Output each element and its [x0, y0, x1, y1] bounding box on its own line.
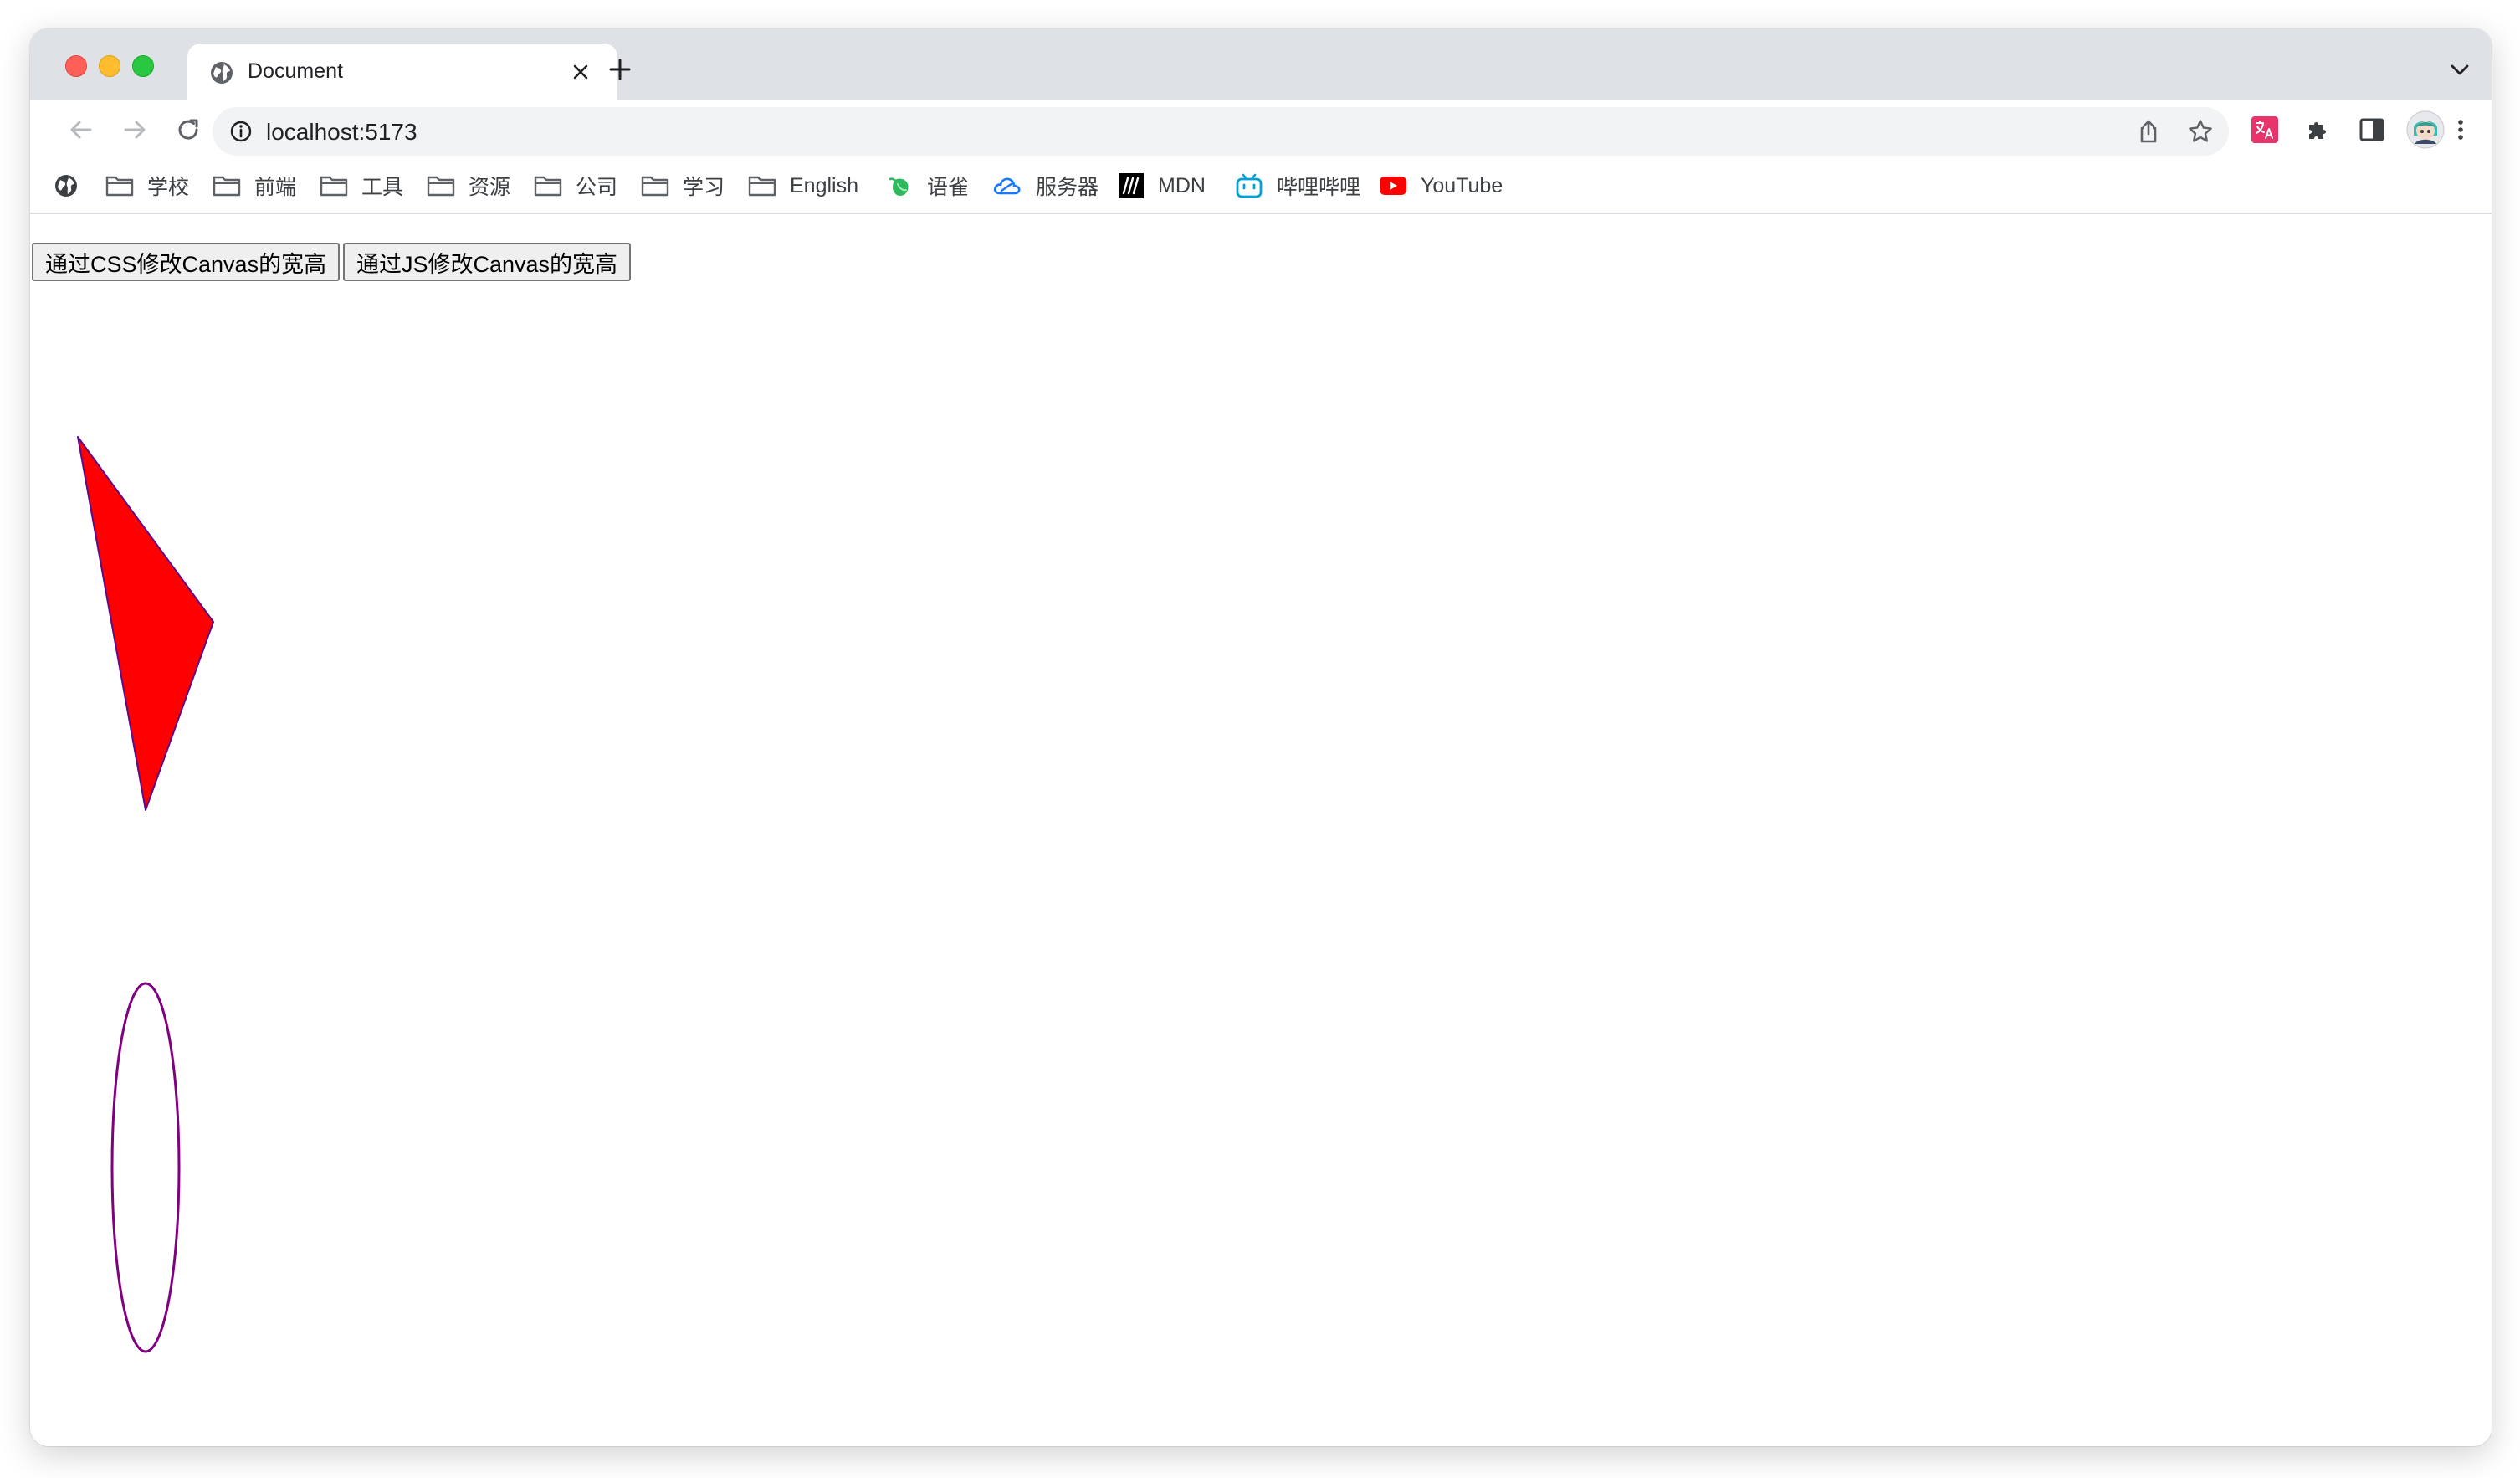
bookmark-folder-resources[interactable]: 资源 — [427, 169, 510, 203]
bookmark-star-icon[interactable] — [2187, 118, 2214, 145]
browser-window: Document localhost:5173 学校 前端 工具 资源 公司 学… — [30, 28, 2492, 1446]
url-text: localhost:5173 — [266, 119, 417, 145]
bookmark-folder-english[interactable]: English — [748, 169, 858, 203]
bookmark-label: 语雀 — [927, 176, 970, 199]
bookmark-server[interactable]: 服务器 — [992, 169, 1099, 203]
close-tab-icon[interactable] — [571, 62, 591, 82]
bookmarks-bar: 学校 前端 工具 资源 公司 学习 English 语雀 服务器 MDN 哔哩哔… — [30, 159, 2492, 214]
forward-icon[interactable] — [120, 115, 149, 144]
bookmark-label: 哔哩哔哩 — [1277, 176, 1361, 199]
bookmark-label: MDN — [1158, 173, 1206, 198]
bilibili-icon — [1236, 173, 1263, 198]
mdn-icon — [1119, 173, 1144, 198]
bookmark-mdn[interactable]: MDN — [1118, 169, 1206, 203]
maximize-window-button[interactable] — [132, 55, 154, 77]
folder-icon — [748, 176, 776, 197]
kebab-menu-icon[interactable] — [2446, 115, 2475, 144]
bookmark-label: 公司 — [576, 176, 618, 199]
tab-strip: Document — [30, 28, 2492, 100]
reload-icon[interactable] — [174, 115, 202, 144]
tab-document[interactable]: Document — [187, 44, 617, 100]
red-triangle — [77, 436, 214, 811]
js-resize-canvas-button[interactable]: 通过JS修改Canvas的宽高 — [343, 243, 632, 281]
bookmark-youtube[interactable]: YouTube — [1379, 169, 1503, 203]
drawing-canvas[interactable] — [30, 214, 365, 1436]
minimize-window-button[interactable] — [99, 55, 120, 77]
bookmark-label: English — [790, 173, 858, 198]
bookmark-label: 学校 — [147, 176, 190, 199]
page-content: 通过CSS修改Canvas的宽高 通过JS修改Canvas的宽高 — [30, 214, 2492, 1446]
purple-ellipse — [110, 982, 181, 1353]
bookmark-label: 资源 — [469, 176, 511, 199]
folder-icon — [641, 176, 669, 197]
back-icon[interactable] — [67, 115, 95, 144]
folder-icon — [320, 176, 348, 197]
bookmark-label: 前端 — [254, 176, 297, 199]
translate-extension-icon[interactable] — [2251, 115, 2279, 144]
side-panel-icon[interactable] — [2358, 115, 2386, 144]
bookmark-label: 学习 — [683, 176, 725, 199]
youtube-icon — [1380, 177, 1406, 195]
bookmark-folder-company[interactable]: 公司 — [534, 169, 617, 203]
folder-icon — [105, 176, 134, 197]
bookmark-globe[interactable] — [54, 169, 92, 203]
toolbar: localhost:5173 — [30, 100, 2492, 159]
yuque-icon — [889, 177, 909, 196]
bookmark-folder-study[interactable]: 学习 — [641, 169, 725, 203]
bookmark-folder-school[interactable]: 学校 — [105, 169, 189, 203]
cloud-icon — [993, 177, 1021, 195]
extensions-puzzle-icon[interactable] — [2304, 115, 2333, 144]
folder-icon — [534, 176, 562, 197]
close-window-button[interactable] — [65, 55, 87, 77]
bookmark-label: 工具 — [361, 176, 404, 199]
info-icon[interactable] — [229, 120, 253, 143]
profile-avatar-icon[interactable] — [2406, 110, 2445, 149]
tab-title: Document — [248, 59, 343, 83]
share-icon[interactable] — [2135, 118, 2162, 145]
globe-icon — [55, 175, 77, 197]
bookmark-label: 服务器 — [1036, 176, 1099, 199]
bookmark-folder-tools[interactable]: 工具 — [320, 169, 403, 203]
bookmark-yuque[interactable]: 语雀 — [887, 169, 969, 203]
folder-icon — [427, 176, 455, 197]
folder-icon — [213, 176, 241, 197]
new-tab-icon[interactable] — [607, 57, 633, 82]
chevron-down-icon[interactable] — [2450, 64, 2470, 77]
address-bar[interactable]: localhost:5173 — [213, 107, 2229, 156]
bookmark-label: YouTube — [1421, 173, 1503, 198]
bookmark-bilibili[interactable]: 哔哩哔哩 — [1235, 169, 1360, 203]
bookmark-folder-frontend[interactable]: 前端 — [213, 169, 296, 203]
globe-icon — [211, 62, 233, 84]
